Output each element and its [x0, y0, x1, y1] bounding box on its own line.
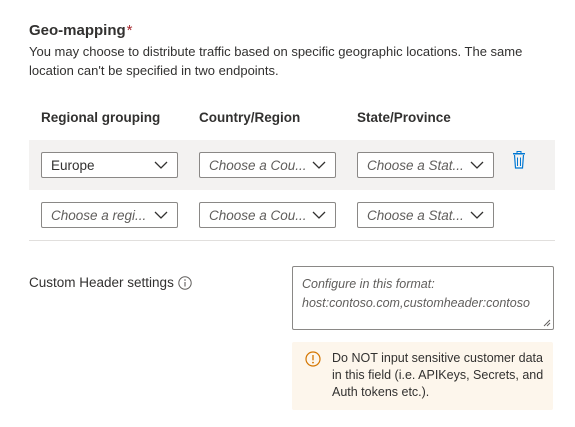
- geo-mapping-description: You may choose to distribute traffic bas…: [29, 44, 523, 78]
- chevron-down-icon: [470, 211, 484, 219]
- column-header-state-province: State/Province: [357, 110, 451, 125]
- state-province-dropdown[interactable]: Choose a Stat...: [357, 202, 494, 228]
- state-province-dropdown[interactable]: Choose a Stat...: [357, 152, 494, 178]
- regional-grouping-placeholder: Choose a regi...: [51, 208, 147, 223]
- column-header-regional-grouping: Regional grouping: [41, 110, 161, 125]
- regional-grouping-value: Europe: [51, 158, 95, 173]
- geo-mapping-title-text: Geo-mapping: [29, 22, 126, 39]
- chevron-down-icon: [312, 211, 326, 219]
- country-region-placeholder: Choose a Cou...: [209, 208, 307, 223]
- warning-text: Do NOT input sensitive customer data in …: [332, 351, 544, 399]
- chevron-down-icon: [312, 161, 326, 169]
- chevron-down-icon: [154, 161, 168, 169]
- geo-mapping-title: Geo-mapping*: [29, 22, 133, 39]
- custom-header-placeholder: Configure in this format: host:contoso.c…: [302, 277, 530, 310]
- state-province-placeholder: Choose a Stat...: [367, 158, 464, 173]
- country-region-dropdown[interactable]: Choose a Cou...: [199, 202, 336, 228]
- regional-grouping-dropdown[interactable]: Choose a regi...: [41, 202, 178, 228]
- warning-icon: [305, 351, 321, 367]
- column-header-country-region: Country/Region: [199, 110, 301, 125]
- state-province-placeholder: Choose a Stat...: [367, 208, 464, 223]
- chevron-down-icon: [154, 211, 168, 219]
- sensitive-data-warning: Do NOT input sensitive customer data in …: [292, 342, 553, 410]
- delete-row-icon[interactable]: [511, 151, 527, 169]
- country-region-placeholder: Choose a Cou...: [209, 158, 307, 173]
- custom-header-label: Custom Header settings: [29, 275, 174, 290]
- country-region-dropdown[interactable]: Choose a Cou...: [199, 152, 336, 178]
- custom-header-textarea[interactable]: Configure in this format: host:contoso.c…: [292, 266, 554, 330]
- info-icon[interactable]: [178, 276, 192, 290]
- chevron-down-icon: [470, 161, 484, 169]
- regional-grouping-dropdown[interactable]: Europe: [41, 152, 178, 178]
- resize-grip-icon[interactable]: [543, 319, 551, 327]
- required-marker: *: [126, 22, 133, 39]
